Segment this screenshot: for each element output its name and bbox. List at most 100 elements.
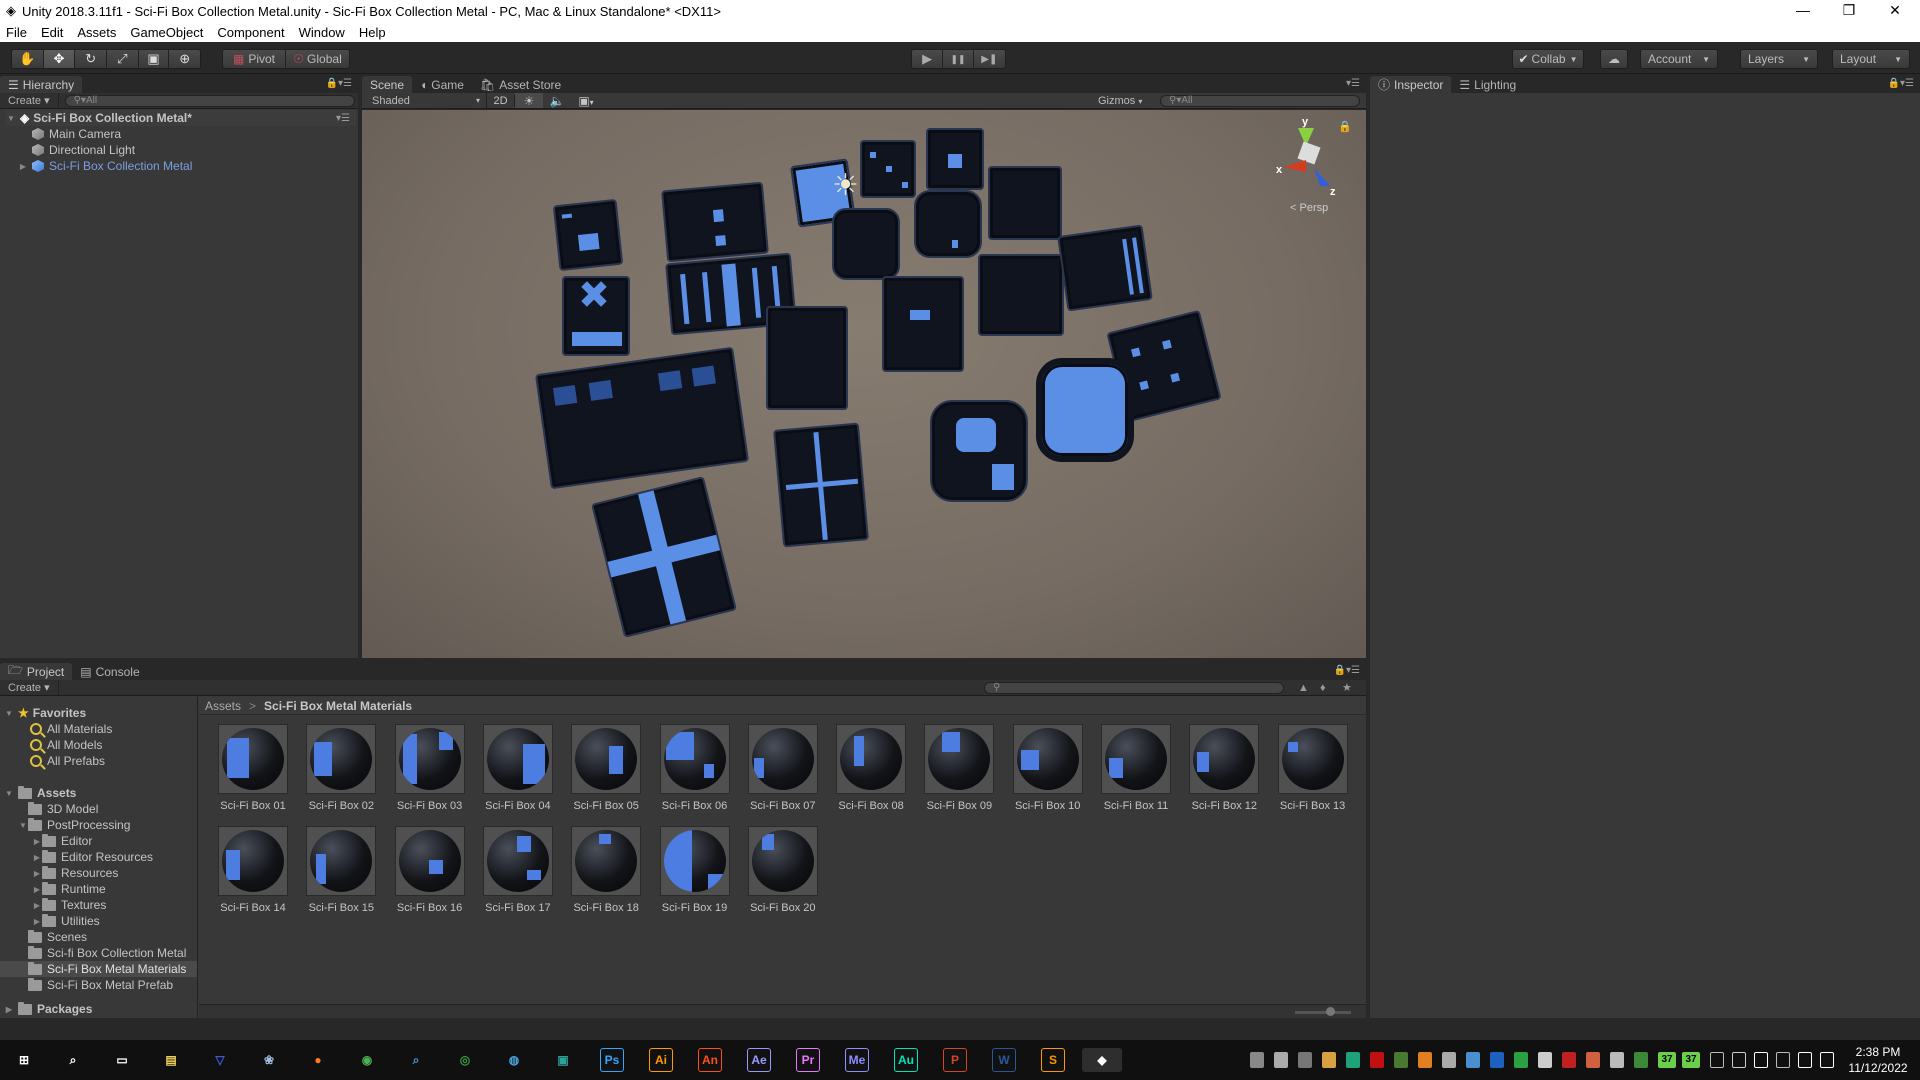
tray-system-icon[interactable]: [1820, 1052, 1834, 1068]
folder-tree-item[interactable]: ▶ Textures: [32, 897, 106, 913]
menu-gameobject[interactable]: GameObject: [130, 25, 203, 40]
tray-system-icon[interactable]: [1798, 1052, 1812, 1068]
expand-arrow-icon[interactable]: ▶: [32, 917, 42, 926]
tray-icon[interactable]: [1370, 1052, 1384, 1068]
tab-project[interactable]: 🗁 Project: [0, 663, 73, 680]
tray-icon[interactable]: [1586, 1052, 1600, 1068]
taskbar-search-app-icon[interactable]: ⌕: [404, 1048, 428, 1072]
scifi-box-model[interactable]: [978, 254, 1064, 336]
material-asset[interactable]: Sci-Fi Box 04: [482, 724, 554, 812]
scene-menu-icon[interactable]: ▾☰: [336, 113, 350, 124]
scale-tool-button[interactable]: ⤢: [107, 50, 139, 68]
taskbar-audition-icon[interactable]: Au: [894, 1048, 918, 1072]
tray-icon[interactable]: [1466, 1052, 1480, 1068]
hierarchy-search-input[interactable]: ⚲▾ All: [64, 94, 355, 107]
x-axis-cone[interactable]: [1284, 160, 1306, 172]
scifi-box-model[interactable]: [552, 198, 624, 272]
scifi-box-model[interactable]: [882, 276, 964, 372]
tray-icon[interactable]: [1394, 1052, 1408, 1068]
directional-light-gizmo-icon[interactable]: ☀: [832, 168, 859, 203]
panel-menu-icon[interactable]: 🔒▾☰: [326, 78, 352, 89]
hierarchy-create-button[interactable]: Create ▾: [0, 93, 59, 108]
collab-dropdown[interactable]: ✔ Collab ▼: [1512, 49, 1584, 69]
menu-window[interactable]: Window: [299, 25, 345, 40]
hierarchy-item[interactable]: Directional Light: [32, 142, 135, 158]
tray-icon[interactable]: [1346, 1052, 1360, 1068]
material-asset[interactable]: Sci-Fi Box 02: [305, 724, 377, 812]
folder-tree-item[interactable]: Sci-Fi Box Metal Prefab: [18, 977, 173, 993]
tray-system-icon[interactable]: [1732, 1052, 1746, 1068]
global-toggle[interactable]: ☉ Global: [286, 50, 349, 68]
taskbar-after-effects-icon[interactable]: Ae: [747, 1048, 771, 1072]
tab-game[interactable]: ◖ Game: [412, 76, 472, 93]
scifi-box-model[interactable]: [988, 166, 1062, 240]
expand-arrow-icon[interactable]: ▼: [18, 821, 28, 830]
tray-icon[interactable]: [1538, 1052, 1552, 1068]
tab-console[interactable]: ▤ Console: [72, 663, 147, 680]
material-asset[interactable]: Sci-Fi Box 18: [570, 826, 642, 914]
taskbar-illustrator-icon[interactable]: Ai: [649, 1048, 673, 1072]
thumbnail-size-slider[interactable]: [1295, 1011, 1351, 1014]
tab-hierarchy[interactable]: ☰ Hierarchy: [0, 76, 83, 93]
folder-tree-item[interactable]: ▶ Editor: [32, 833, 92, 849]
material-asset[interactable]: Sci-Fi Box 06: [659, 724, 731, 812]
favorite-star-icon[interactable]: ★: [1342, 681, 1352, 694]
taskbar-chrome-icon[interactable]: ◉: [355, 1048, 379, 1072]
material-asset[interactable]: Sci-Fi Box 19: [659, 826, 731, 914]
scifi-box-model[interactable]: [832, 208, 900, 280]
play-button[interactable]: ▶: [912, 50, 944, 68]
taskbar-premiere-icon[interactable]: Pr: [796, 1048, 820, 1072]
material-asset[interactable]: Sci-Fi Box 07: [747, 724, 819, 812]
gizmos-dropdown[interactable]: Gizmos ▾: [1098, 95, 1142, 107]
material-asset[interactable]: Sci-Fi Box 05: [570, 724, 642, 812]
material-asset[interactable]: Sci-Fi Box 08: [835, 724, 907, 812]
scifi-box-model[interactable]: [591, 476, 737, 638]
tray-icon[interactable]: [1250, 1052, 1264, 1068]
expand-arrow-icon[interactable]: ▶: [32, 869, 42, 878]
scifi-box-model[interactable]: [926, 128, 984, 190]
restore-button[interactable]: ❐: [1826, 0, 1872, 22]
project-create-button[interactable]: Create ▾: [0, 680, 59, 695]
scene-viewport[interactable]: ☀ 🔒 y x z < Persp: [362, 110, 1366, 658]
scifi-box-model[interactable]: [1036, 358, 1134, 462]
expand-arrow-icon[interactable]: ▶: [32, 853, 42, 862]
folder-tree-item[interactable]: Sci-Fi Box Metal Materials: [0, 961, 197, 977]
menu-assets[interactable]: Assets: [77, 25, 116, 40]
folder-tree-item[interactable]: ▼ PostProcessing: [18, 817, 130, 833]
rotate-tool-button[interactable]: ↻: [75, 50, 108, 68]
tray-system-icon[interactable]: [1776, 1052, 1790, 1068]
tab-asset-store[interactable]: 🛍 Asset Store: [472, 76, 569, 93]
expand-arrow-icon[interactable]: ▶: [18, 162, 28, 171]
taskbar-task-view-icon[interactable]: ▭: [110, 1048, 134, 1072]
favorite-item[interactable]: All Prefabs: [30, 753, 105, 769]
tray-system-icon[interactable]: [1754, 1052, 1768, 1068]
assets-header[interactable]: ▼ Assets: [4, 785, 76, 801]
taskbar-unity-icon[interactable]: ◆: [1082, 1048, 1122, 1072]
scifi-box-model[interactable]: [766, 306, 848, 410]
tab-scene[interactable]: Scene: [362, 76, 413, 93]
transform-tool-button[interactable]: ⊕: [169, 50, 200, 68]
cloud-button[interactable]: ☁: [1600, 49, 1628, 69]
taskbar-powerpoint-icon[interactable]: P: [943, 1048, 967, 1072]
favorite-item[interactable]: All Models: [30, 737, 102, 753]
tray-icon[interactable]: [1298, 1052, 1312, 1068]
tab-lighting[interactable]: ☰ Lighting: [1451, 76, 1524, 93]
menu-edit[interactable]: Edit: [41, 25, 63, 40]
expand-arrow-icon[interactable]: ▶: [32, 901, 42, 910]
breadcrumb-assets[interactable]: Assets: [205, 699, 241, 713]
folder-tree-item[interactable]: Sci-fi Box Collection Metal: [18, 945, 186, 961]
material-asset[interactable]: Sci-Fi Box 17: [482, 826, 554, 914]
tray-icon[interactable]: [1514, 1052, 1528, 1068]
pivot-toggle[interactable]: ▦ Pivot: [223, 50, 287, 68]
material-asset[interactable]: Sci-Fi Box 20: [747, 826, 819, 914]
tray-system-icon[interactable]: [1710, 1052, 1724, 1068]
2d-toggle[interactable]: 2D: [487, 94, 515, 107]
material-asset[interactable]: Sci-Fi Box 11: [1100, 724, 1172, 812]
taskbar-paint-icon[interactable]: ❀: [257, 1048, 281, 1072]
tray-badge-icon[interactable]: 37: [1682, 1052, 1700, 1068]
folder-tree-item[interactable]: ▶ Runtime: [32, 881, 106, 897]
taskbar-app-teal-icon[interactable]: ▣: [551, 1048, 575, 1072]
taskbar-file-explorer-icon[interactable]: ▤: [159, 1048, 183, 1072]
material-asset[interactable]: Sci-Fi Box 09: [923, 724, 995, 812]
effects-dropdown[interactable]: ▣▾: [571, 94, 601, 108]
